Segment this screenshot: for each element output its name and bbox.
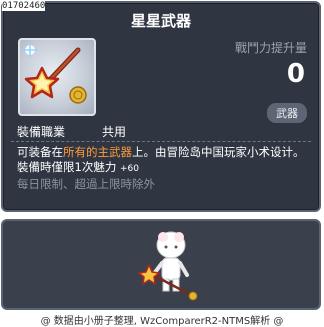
job-value: 共用 xyxy=(102,125,127,139)
charm-text: 裝備時僅限1次魅力 xyxy=(17,160,117,174)
description-line-3: 每日限制、超過上限時除外 xyxy=(17,177,155,191)
item-description: 可装备在所有的主武器上。由冒险岛中国玩家小术设计。 裝備時僅限1次魅力 +60 … xyxy=(17,145,311,192)
item-icon-box xyxy=(18,38,96,116)
description-line-1: 可装备在所有的主武器上。由冒险岛中国玩家小术设计。 xyxy=(17,145,311,160)
item-name: 星星武器 xyxy=(130,12,191,30)
character-avatar xyxy=(138,231,198,301)
power-value: 0 xyxy=(286,59,305,89)
item-tooltip: 星星武器 戰鬥力提升量 0 武器 裝備職業 共用 可装备在所有的主武器上。由冒险… xyxy=(1,1,321,212)
star-wand-icon xyxy=(23,43,87,104)
job-label: 裝備職業 xyxy=(17,125,66,139)
description-text: 上。由冒险岛中国玩家小术设计。 xyxy=(132,145,305,159)
character-preview xyxy=(1,219,321,310)
description-line-2: 裝備時僅限1次魅力 +60 xyxy=(17,160,311,177)
category-badge: 武器 xyxy=(267,103,307,123)
item-id: 01702460 xyxy=(2,1,46,11)
power-label: 戰鬥力提升量 xyxy=(234,41,307,55)
divider xyxy=(11,141,311,142)
credit-footer: @ 数据由小册子整理, WzComparerR2-NTMS解析 @ xyxy=(40,316,284,327)
description-highlight: 所有的主武器 xyxy=(63,145,132,159)
description-text: 可装备在 xyxy=(17,145,63,159)
charm-bonus: +60 xyxy=(119,164,139,174)
